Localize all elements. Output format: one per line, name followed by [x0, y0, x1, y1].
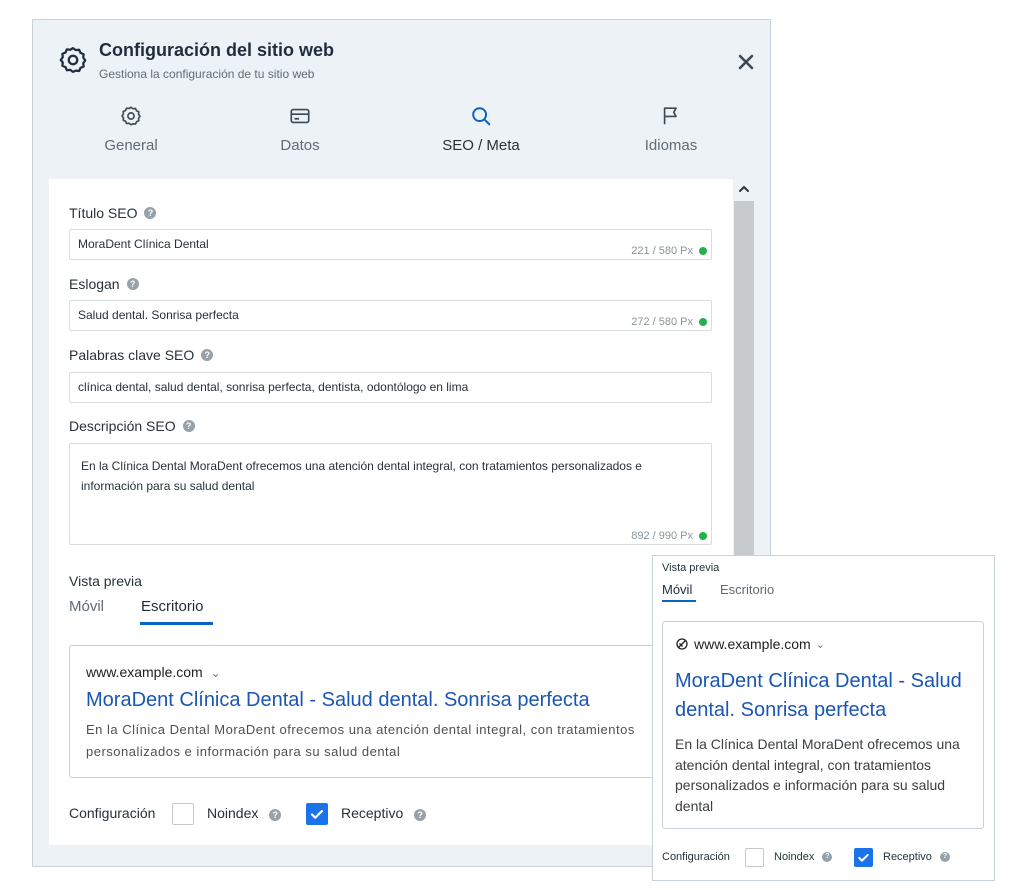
dialog-title: Configuración del sitio web — [99, 40, 335, 60]
receptivo-label-text: Receptivo — [341, 805, 404, 821]
slogan-counter-text: 272 / 580 Px — [631, 316, 693, 328]
tab-idiomas[interactable]: Idiomas — [606, 105, 736, 154]
active-tab-indicator — [140, 622, 213, 625]
mobile-receptivo-label-text: Receptivo — [883, 851, 932, 863]
active-tab-indicator — [662, 600, 696, 602]
tab-seo-meta-label: SEO / Meta — [442, 137, 520, 154]
status-dot-icon — [699, 247, 707, 255]
mobile-serp-url-text: www.example.com — [694, 636, 811, 652]
mobile-noindex-label-text: Noindex — [774, 851, 815, 863]
description-label-text: Descripción SEO — [69, 418, 176, 434]
keywords-input[interactable]: clínica dental, salud dental, sonrisa pe… — [69, 372, 712, 403]
noindex-checkbox[interactable] — [172, 803, 194, 825]
mobile-serp-description: En la Clínica Dental MoraDent ofrecemos … — [675, 736, 960, 814]
receptivo-checkbox[interactable] — [306, 803, 328, 825]
description-label: Descripción SEO ? — [69, 418, 195, 434]
mobile-preview-tab-movil[interactable]: Móvil — [662, 582, 692, 597]
mobile-preview-label: Vista previa — [662, 562, 720, 574]
seo-title-counter-text: 221 / 580 Px — [631, 245, 693, 257]
description-counter: 892 / 990 Px — [631, 530, 707, 542]
mobile-config-label: Configuración — [662, 851, 730, 863]
mobile-serp-title[interactable]: MoraDent Clínica Dental - Salud dental. … — [675, 667, 975, 725]
seo-title-value: MoraDent Clínica Dental — [78, 237, 209, 251]
slogan-input[interactable]: Salud dental. Sonrisa perfecta 272 / 580… — [69, 300, 712, 331]
chevron-up-icon[interactable] — [737, 182, 751, 196]
noindex-label: Noindex ? — [207, 805, 282, 821]
tab-datos[interactable]: Datos — [235, 105, 365, 154]
gear-icon — [59, 47, 87, 73]
seo-title-input[interactable]: MoraDent Clínica Dental 221 / 580 Px — [69, 229, 712, 260]
mobile-serp-url: www.example.com ⌄ — [676, 636, 825, 652]
keywords-label-text: Palabras clave SEO — [69, 347, 195, 363]
help-icon[interactable]: ? — [269, 809, 282, 821]
mobile-receptivo-label: Receptivo ? — [883, 851, 950, 863]
dialog-subtitle: Gestiona la configuración de tu sitio we… — [99, 67, 315, 81]
card-icon — [290, 108, 310, 124]
noindex-label-text: Noindex — [207, 805, 259, 821]
description-textarea[interactable]: En la Clínica Dental MoraDent ofrecemos … — [69, 443, 712, 545]
serp-url: www.example.com ⌄ — [86, 664, 221, 680]
preview-tab-movil[interactable]: Móvil — [69, 598, 104, 615]
status-dot-icon — [699, 532, 707, 540]
help-icon[interactable]: ? — [414, 809, 427, 821]
keywords-label: Palabras clave SEO ? — [69, 347, 214, 363]
serp-url-text: www.example.com — [86, 664, 203, 680]
help-icon[interactable]: ? — [201, 349, 214, 361]
flag-icon — [663, 107, 677, 125]
help-icon[interactable]: ? — [939, 852, 950, 863]
tab-general-label: General — [104, 137, 158, 154]
search-result-preview: www.example.com ⌄ MoraDent Clínica Denta… — [69, 645, 686, 778]
config-label: Configuración — [69, 805, 156, 821]
description-value: En la Clínica Dental MoraDent ofrecemos … — [81, 459, 642, 493]
seo-title-label: Título SEO ? — [69, 205, 157, 221]
tab-seo-meta[interactable]: SEO / Meta — [416, 105, 546, 154]
chevron-down-icon[interactable]: ⌄ — [816, 638, 825, 651]
slogan-counter: 272 / 580 Px — [631, 316, 707, 328]
globe-icon — [676, 638, 688, 650]
search-icon — [472, 107, 491, 126]
close-icon[interactable] — [735, 51, 757, 73]
help-icon[interactable]: ? — [144, 207, 157, 219]
mobile-noindex-label: Noindex ? — [774, 851, 833, 863]
mobile-preview-tab-escritorio[interactable]: Escritorio — [720, 582, 774, 597]
description-counter-text: 892 / 990 Px — [631, 530, 693, 542]
seo-title-label-text: Título SEO — [69, 205, 138, 221]
serp-title[interactable]: MoraDent Clínica Dental - Salud dental. … — [86, 689, 590, 712]
slogan-label: Eslogan ? — [69, 276, 139, 292]
status-dot-icon — [699, 318, 707, 326]
receptivo-label: Receptivo ? — [341, 805, 427, 821]
preview-tab-escritorio[interactable]: Escritorio — [141, 598, 204, 615]
tab-datos-label: Datos — [280, 137, 320, 154]
mobile-receptivo-checkbox[interactable] — [854, 848, 873, 867]
slogan-label-text: Eslogan — [69, 276, 120, 292]
serp-description: En la Clínica Dental MoraDent ofrecemos … — [86, 722, 635, 759]
help-icon[interactable]: ? — [126, 278, 139, 290]
gear-icon — [121, 106, 141, 126]
tab-idiomas-label: Idiomas — [644, 137, 698, 154]
chevron-down-icon[interactable]: ⌄ — [211, 666, 221, 680]
seo-title-counter: 221 / 580 Px — [631, 245, 707, 257]
help-icon[interactable]: ? — [822, 852, 833, 863]
slogan-value: Salud dental. Sonrisa perfecta — [78, 308, 239, 322]
preview-label: Vista previa — [69, 573, 142, 589]
keywords-value: clínica dental, salud dental, sonrisa pe… — [78, 380, 469, 394]
tab-general[interactable]: General — [66, 105, 196, 154]
checkmark-icon — [858, 853, 869, 862]
checkmark-icon — [310, 809, 324, 819]
help-icon[interactable]: ? — [182, 420, 195, 432]
mobile-noindex-checkbox[interactable] — [745, 848, 764, 867]
scrollbar-thumb[interactable] — [734, 201, 754, 559]
